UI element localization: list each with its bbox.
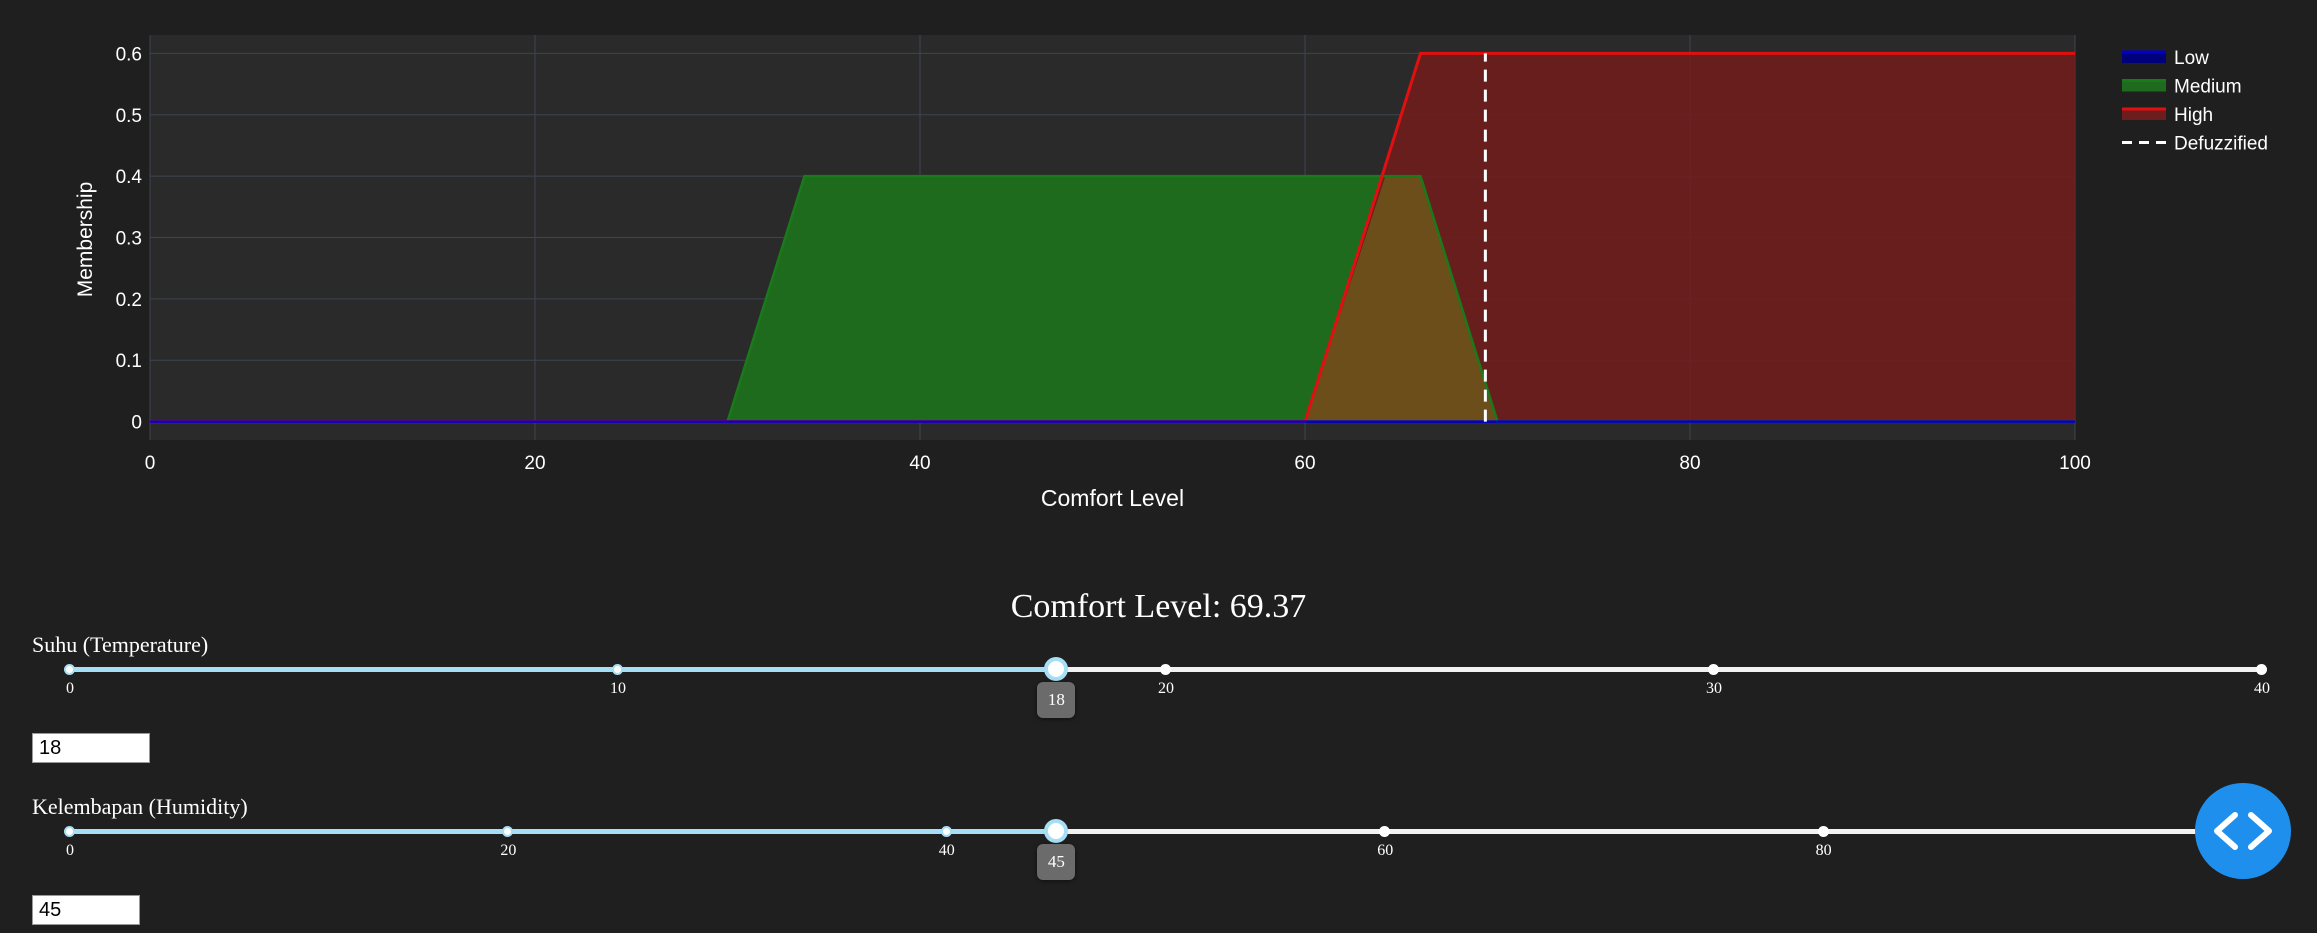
slider-mark-dot[interactable] xyxy=(1817,826,1829,837)
slider-mark-label[interactable]: 60 xyxy=(1355,842,1415,860)
slider-mark-label[interactable]: 20 xyxy=(478,842,538,860)
slider-track[interactable] xyxy=(70,667,1057,672)
code-icon xyxy=(2214,812,2272,850)
temperature-label: Suhu (Temperature) xyxy=(32,632,209,657)
y-tick-label: 0 xyxy=(131,413,142,434)
temperature-slider[interactable]: 0 10 20 30 40 18 xyxy=(64,657,2270,720)
legend-item-defuzzified: Defuzzified xyxy=(2122,134,2268,155)
slider-mark-dot[interactable] xyxy=(1379,826,1391,837)
humidity-slider[interactable]: 0 20 40 60 80 45 xyxy=(64,819,2262,882)
legend-label: High xyxy=(2174,105,2213,126)
slider-handle[interactable] xyxy=(1044,657,1069,681)
humidity-label: Kelembapan (Humidity) xyxy=(32,794,248,819)
x-tick-label: 40 xyxy=(909,453,930,474)
slider-mark-dot[interactable] xyxy=(1708,664,1719,675)
code-toggle-button[interactable] xyxy=(2195,783,2291,879)
legend-label: Medium xyxy=(2174,77,2242,98)
legend-item-low: Low xyxy=(2122,48,2209,69)
x-tick-label: 100 xyxy=(2059,453,2091,474)
slider-mark-label[interactable]: 80 xyxy=(1794,842,1854,860)
humidity-input[interactable] xyxy=(32,895,140,925)
slider-value-tooltip: 45 xyxy=(1037,844,1076,880)
x-tick-label: 80 xyxy=(1679,453,1700,474)
slider-mark-label[interactable]: 0 xyxy=(40,842,100,860)
y-axis-title: Membership xyxy=(74,182,97,298)
slider-mark-dot[interactable] xyxy=(940,826,952,837)
slider-mark-label[interactable]: 0 xyxy=(40,680,100,698)
slider-mark-dot[interactable] xyxy=(64,664,75,675)
slider-mark-label[interactable]: 30 xyxy=(1684,680,1744,698)
slider-mark-label[interactable]: 20 xyxy=(1136,680,1196,698)
y-tick-label: 0.5 xyxy=(116,106,142,127)
comfort-level-title: Comfort Level: 69.37 xyxy=(1010,588,1307,625)
slider-mark-dot[interactable] xyxy=(2256,664,2267,675)
membership-chart: 0 20 40 60 80 100 0 0.1 0.2 0.3 0.4 0.5 0.6 Comfort L… xyxy=(74,35,2268,511)
slider-track[interactable] xyxy=(70,829,1057,834)
x-tick-label: 0 xyxy=(145,453,156,474)
y-tick-label: 0.3 xyxy=(116,229,142,250)
slider-mark-dot[interactable] xyxy=(64,826,75,837)
x-tick-label: 20 xyxy=(524,453,545,474)
slider-mark-label[interactable]: 10 xyxy=(588,680,648,698)
slider-mark-label[interactable]: 40 xyxy=(2232,680,2292,698)
slider-mark-dot[interactable] xyxy=(1160,664,1171,675)
x-tick-label: 60 xyxy=(1294,453,1315,474)
y-tick-label: 0.6 xyxy=(116,44,142,65)
legend-item-medium: Medium xyxy=(2122,77,2242,98)
slider-handle[interactable] xyxy=(1044,819,1069,843)
legend-label: Low xyxy=(2174,48,2209,69)
legend-item-high: High xyxy=(2122,105,2213,126)
slider-mark-dot[interactable] xyxy=(612,664,623,675)
slider-mark-dot[interactable] xyxy=(502,826,514,837)
slider-value-tooltip: 18 xyxy=(1037,682,1076,718)
temperature-input[interactable] xyxy=(32,733,150,763)
y-tick-label: 0.4 xyxy=(116,167,143,188)
y-tick-label: 0.1 xyxy=(116,351,142,372)
x-axis-title: Comfort Level xyxy=(1041,485,1184,511)
slider-mark-label[interactable]: 40 xyxy=(917,842,977,860)
legend-label: Defuzzified xyxy=(2174,134,2268,155)
y-tick-label: 0.2 xyxy=(116,290,142,311)
